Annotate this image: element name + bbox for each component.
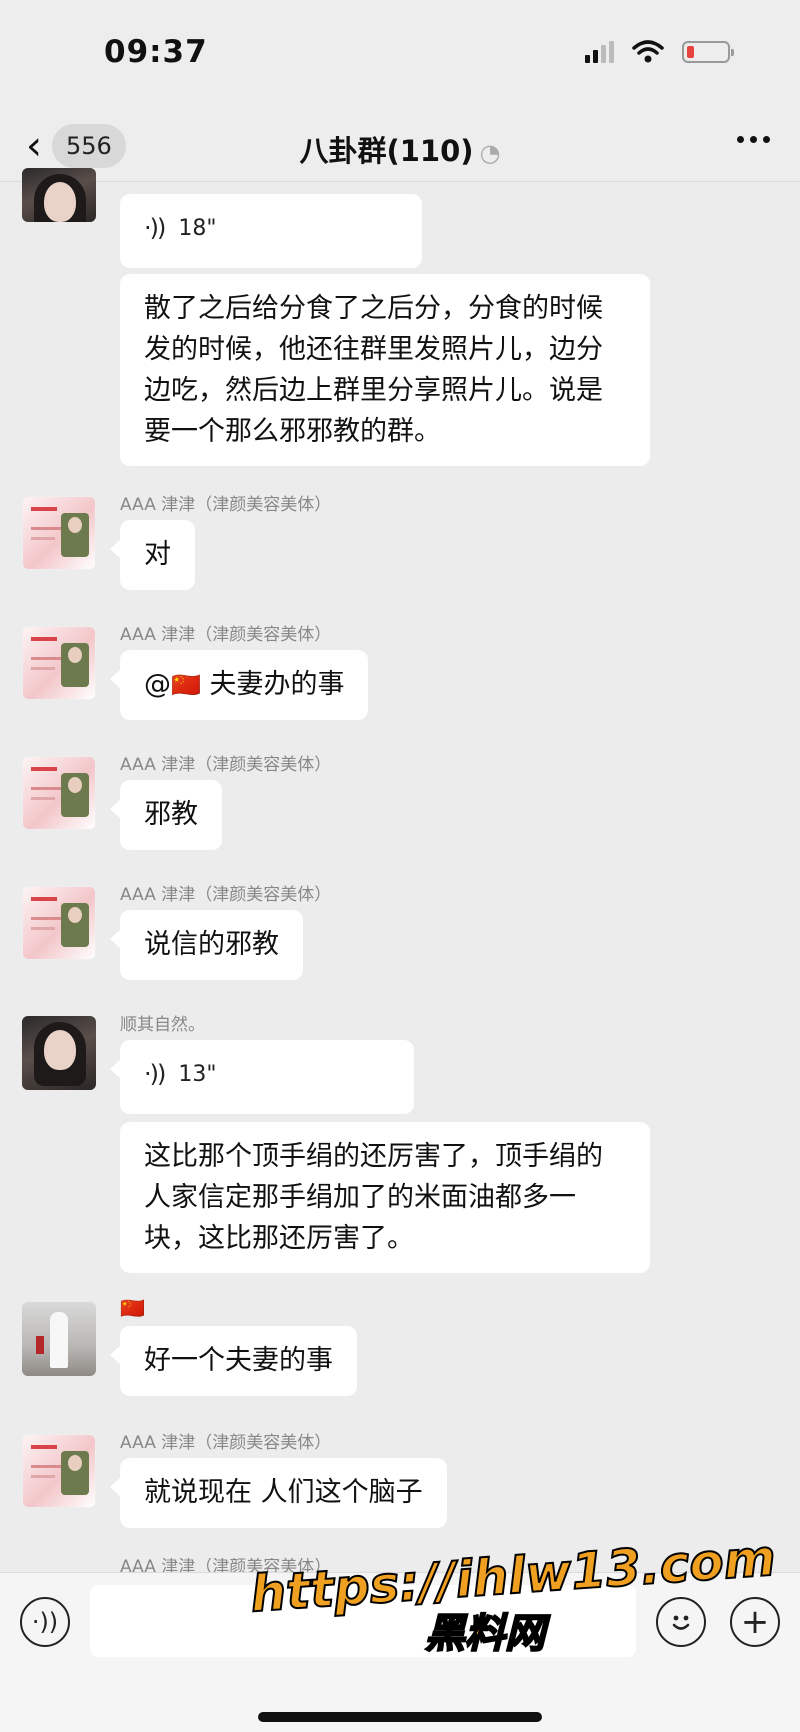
chat-header: ‹ 556 八卦群(110) ◔ — [0, 110, 800, 182]
voice-input-button[interactable]: ·)) — [20, 1597, 70, 1647]
sender-name: AAA 津津（津颜美容美体） — [120, 625, 332, 645]
message-text: 夫妻办的事 — [209, 669, 345, 700]
avatar[interactable] — [22, 496, 96, 570]
avatar[interactable] — [22, 626, 96, 700]
sender-name: AAA 津津（津颜美容美体） — [120, 755, 332, 775]
sender-name: AAA 津津（津颜美容美体） — [120, 1433, 332, 1453]
wifi-icon — [632, 40, 664, 63]
signal-icon — [585, 41, 614, 63]
text-message[interactable]: 好一个夫妻的事 — [110, 1326, 357, 1396]
text-message[interactable]: 说信的邪教 — [110, 910, 303, 980]
mention-symbol: @ — [144, 669, 171, 700]
voice-wave-icon: ·)) — [144, 214, 166, 242]
status-icons — [585, 40, 734, 64]
voice-wave-icon: ·)) — [144, 1060, 166, 1088]
voice-icon: ·)) — [31, 1608, 59, 1636]
more-dots-icon — [737, 136, 744, 143]
watermark: https://ihlw13.com 黑料网 — [248, 1528, 779, 1664]
plus-icon: + — [740, 1602, 770, 1642]
voice-message[interactable]: ·)) 13" — [110, 1040, 414, 1114]
battery-icon — [682, 41, 734, 63]
more-button[interactable] — [737, 136, 770, 143]
avatar[interactable] — [22, 886, 96, 960]
avatar[interactable] — [22, 756, 96, 830]
flag-icon: 🇨🇳 — [171, 671, 201, 699]
sender-name: AAA 津津（津颜美容美体） — [120, 885, 332, 905]
status-bar: 09:37 — [0, 0, 800, 110]
text-message[interactable]: 对 — [110, 520, 195, 590]
sender-name: 顺其自然。 — [120, 1015, 205, 1035]
home-indicator — [258, 1712, 542, 1722]
avatar[interactable] — [22, 1016, 96, 1090]
ear-icon: ◔ — [479, 139, 501, 167]
voice-duration: 18" — [178, 216, 217, 241]
voice-duration: 13" — [178, 1062, 217, 1087]
text-message[interactable]: 就说现在 人们这个脑子 — [110, 1458, 447, 1528]
avatar[interactable] — [22, 168, 96, 222]
chat-title-text: 八卦群(110) — [299, 134, 474, 168]
avatar[interactable] — [22, 1302, 96, 1376]
avatar[interactable] — [22, 1434, 96, 1508]
text-message[interactable]: 散了之后给分食了之后分，分食的时候发的时候，他还往群里发照片儿，边分边吃，然后边… — [120, 274, 650, 466]
text-message[interactable]: @🇨🇳 夫妻办的事 — [109, 650, 369, 720]
status-time: 09:37 — [104, 34, 208, 70]
plus-button[interactable]: + — [730, 1597, 780, 1647]
text-message[interactable]: 这比那个顶手绢的还厉害了，顶手绢的人家信定那手绢加了的米面油都多一块，这比那还厉… — [120, 1122, 650, 1273]
voice-message[interactable]: ·)) 18" — [120, 194, 422, 268]
sender-name: 🇨🇳 — [120, 1296, 145, 1320]
text-message[interactable]: 邪教 — [110, 780, 222, 850]
sender-name: AAA 津津（津颜美容美体） — [120, 495, 332, 515]
chat-title: 八卦群(110) ◔ — [0, 128, 800, 170]
